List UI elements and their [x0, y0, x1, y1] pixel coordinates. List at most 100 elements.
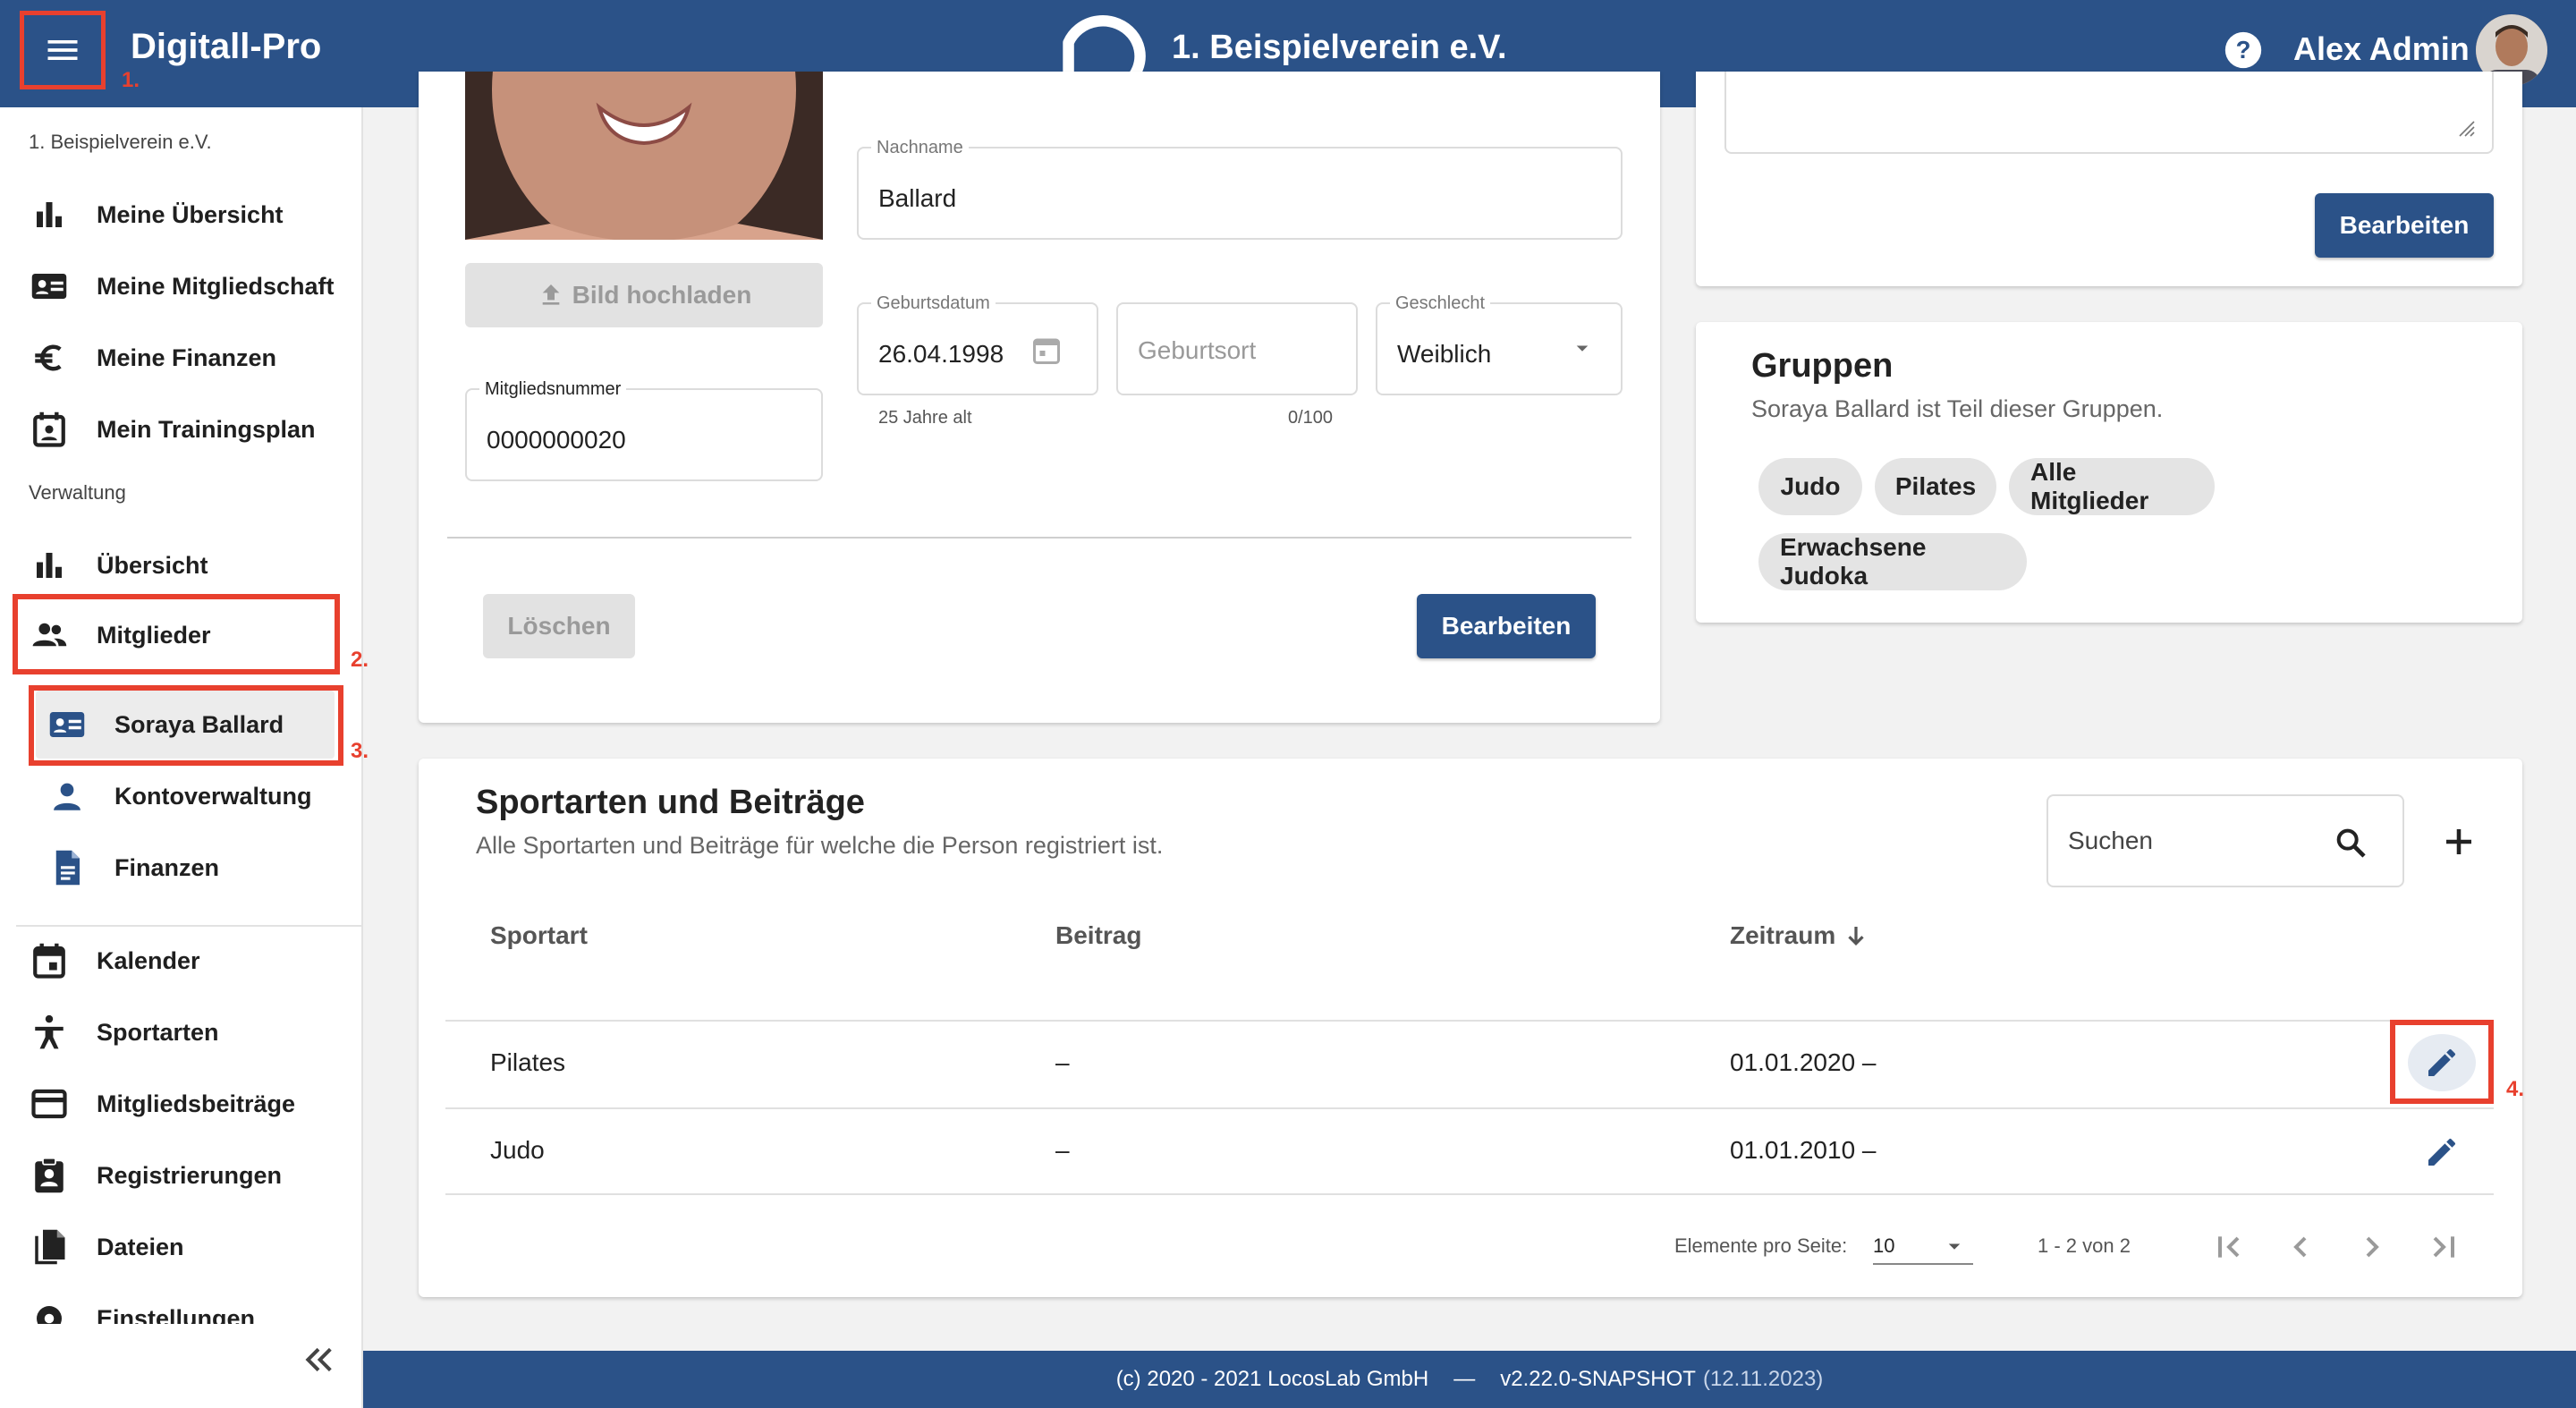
bar-chart-icon	[37, 202, 62, 227]
sidebar-item-uebersicht[interactable]: Übersicht	[29, 537, 208, 594]
pencil-icon	[2428, 1138, 2455, 1166]
pencil-icon	[2428, 1048, 2455, 1076]
next-page-icon[interactable]	[2354, 1229, 2390, 1265]
document-icon	[55, 850, 80, 886]
member-number-value: 0000000020	[487, 426, 626, 454]
notes-card: Bearbeiten	[1696, 72, 2522, 286]
sidebar-subitem-kontoverwaltung[interactable]: Kontoverwaltung	[47, 768, 312, 825]
group-chip-judo[interactable]: Judo	[1758, 458, 1862, 515]
sidebar-item-label: Kontoverwaltung	[114, 782, 312, 810]
sidebar-subitem-finanzen[interactable]: Finanzen	[47, 839, 219, 896]
calendar-icon[interactable]	[1030, 335, 1063, 367]
add-icon[interactable]	[2440, 823, 2478, 861]
groups-card: Gruppen Soraya Ballard ist Teil dieser G…	[1696, 322, 2522, 623]
sidebar-item-label: Dateien	[97, 1233, 184, 1260]
profile-card: Bild hochladen Mitgliedsnummer 000000002…	[419, 72, 1660, 723]
bar-chart-icon	[37, 553, 62, 578]
search-placeholder: Suchen	[2068, 827, 2153, 854]
column-header-beitrag[interactable]: Beitrag	[1055, 921, 1141, 950]
annotation-1: 1.	[122, 68, 140, 92]
delete-button[interactable]: Löschen	[483, 594, 635, 658]
footer-date: (12.11.2023)	[1702, 1367, 1824, 1391]
upload-label: Bild hochladen	[572, 281, 752, 309]
lastname-label: Nachname	[871, 138, 969, 158]
sidebar-clipped-area: Einstellungen	[0, 1290, 361, 1324]
footer: (c) 2020 - 2021 LocosLab GmbH — v2.22.0-…	[363, 1351, 2576, 1408]
gender-select[interactable]: Geschlecht Weiblich	[1376, 293, 1623, 395]
sidebar-item-label: Meine Mitgliedschaft	[97, 272, 335, 300]
sidebar-subitem-soraya-ballard[interactable]: Soraya Ballard	[47, 696, 284, 753]
files-icon	[35, 1229, 65, 1265]
sidebar-item-label: Sportarten	[97, 1018, 219, 1046]
table-row-divider	[445, 1107, 2494, 1109]
sidebar-item-registrierungen[interactable]: Registrierungen	[29, 1147, 282, 1204]
sidebar-item-label: Mein Trainingsplan	[97, 415, 316, 443]
sidebar-item-meine-uebersicht[interactable]: Meine Übersicht	[29, 186, 284, 243]
app-title[interactable]: Digitall-Pro	[131, 27, 321, 67]
edit-row-button-judo[interactable]	[2408, 1124, 2476, 1181]
member-number-field[interactable]: Mitgliedsnummer 0000000020	[465, 379, 823, 481]
birthplace-field[interactable]: Geburtsort	[1116, 302, 1358, 395]
sort-arrow-down-icon	[1848, 927, 1864, 946]
lastname-value: Ballard	[878, 184, 957, 212]
lastname-field[interactable]: Nachname Ballard	[857, 138, 1623, 240]
annotation-2: 2.	[351, 648, 369, 672]
sidebar-item-kalender[interactable]: Kalender	[29, 932, 200, 989]
sidebar-item-meine-mitgliedschaft[interactable]: Meine Mitgliedschaft	[29, 258, 335, 315]
first-page-icon[interactable]	[2211, 1229, 2247, 1265]
sidebar-item-einstellungen[interactable]: Einstellungen	[29, 1290, 255, 1324]
per-page-select[interactable]: 10	[1873, 1226, 1973, 1265]
birthdate-field[interactable]: Geburtsdatum 26.04.1998	[857, 293, 1098, 395]
sidebar-section-verwaltung: Verwaltung	[29, 481, 126, 504]
user-name[interactable]: Alex Admin	[2293, 30, 2470, 68]
sidebar-item-label: Meine Übersicht	[97, 200, 284, 228]
group-chip-erwachsene-judoka[interactable]: Erwachsene Judoka	[1758, 533, 2027, 590]
search-icon[interactable]	[2333, 825, 2368, 861]
sidebar-item-label: Mitgliedsbeiträge	[97, 1090, 296, 1117]
page-range-label: 1 - 2 von 2	[2038, 1234, 2131, 1257]
footer-separator: —	[1453, 1367, 1476, 1391]
sidebar-item-sportarten[interactable]: Sportarten	[29, 1004, 219, 1061]
groups-subtitle: Soraya Ballard ist Teil dieser Gruppen.	[1751, 395, 2164, 422]
menu-button[interactable]	[20, 11, 106, 89]
sidebar-item-label: Übersicht	[97, 551, 208, 579]
edit-row-button-pilates[interactable]	[2408, 1034, 2476, 1091]
previous-page-icon[interactable]	[2283, 1229, 2318, 1265]
sidebar-item-label: Einstellungen	[97, 1304, 256, 1325]
sidebar-item-label: Meine Finanzen	[97, 344, 277, 371]
group-chip-alle-mitglieder[interactable]: Alle Mitglieder	[2009, 458, 2215, 515]
profile-edit-button[interactable]: Bearbeiten	[1417, 594, 1596, 658]
profile-edit-label: Bearbeiten	[1441, 612, 1572, 640]
sidebar-item-mein-trainingsplan[interactable]: Mein Trainingsplan	[29, 401, 316, 458]
table-cell-period: 01.01.2010 –	[1730, 1136, 1877, 1164]
dropdown-arrow-icon	[1576, 345, 1589, 352]
upload-photo-button[interactable]: Bild hochladen	[465, 263, 823, 327]
column-header-sportart[interactable]: Sportart	[490, 921, 588, 950]
sport-icon	[35, 1014, 64, 1049]
person-icon	[54, 783, 80, 810]
column-header-zeitraum[interactable]: Zeitraum	[1730, 921, 1869, 950]
help-icon[interactable]: ?	[2224, 30, 2263, 70]
form-divider	[447, 537, 1631, 539]
id-card-icon	[49, 712, 85, 737]
sidebar-item-mitgliedsbeitraege[interactable]: Mitgliedsbeiträge	[29, 1075, 295, 1132]
sidebar-item-meine-finanzen[interactable]: Meine Finanzen	[29, 329, 276, 386]
sidebar-org-label: 1. Beispielverein e.V.	[29, 131, 212, 153]
double-chevron-left-icon[interactable]	[301, 1342, 336, 1378]
calendar-person-icon	[33, 411, 65, 447]
dropdown-arrow-icon	[1948, 1243, 1961, 1250]
notes-edit-button[interactable]: Bearbeiten	[2315, 193, 2494, 258]
sports-search-input[interactable]: Suchen	[2046, 794, 2404, 887]
resize-handle-icon	[2459, 121, 2475, 137]
sidebar-item-dateien[interactable]: Dateien	[29, 1218, 184, 1276]
last-page-icon[interactable]	[2426, 1229, 2462, 1265]
id-card-icon	[31, 274, 67, 299]
birthplace-counter: 0/100	[1288, 408, 1334, 428]
people-icon	[32, 623, 67, 647]
annotation-3: 3.	[351, 739, 369, 763]
annotation-4: 4.	[2506, 1077, 2525, 1101]
sidebar-item-mitglieder[interactable]: Mitglieder	[29, 606, 211, 664]
group-chip-pilates[interactable]: Pilates	[1875, 458, 1996, 515]
euro-icon	[35, 344, 62, 371]
notes-textarea[interactable]	[1724, 72, 2494, 154]
